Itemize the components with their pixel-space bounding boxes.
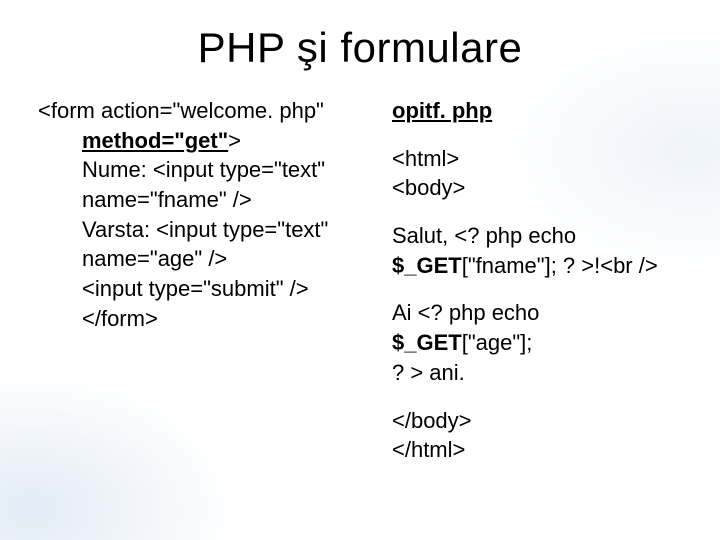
output-filename: opitf. php [392, 98, 492, 123]
form-line-5: Varsta: <input type="text" [38, 215, 368, 245]
age-line-1-tail: ["age"]; [462, 330, 533, 355]
form-line-1: <form action="welcome. php" [38, 96, 368, 126]
age-block: Ai <? php echo $_GET["age"]; ? > ani. [392, 298, 682, 387]
page-title: PHP şi formulare [38, 24, 682, 72]
form-line-7: <input type="submit" /> [38, 274, 368, 304]
right-heading-wrap: opitf. php [392, 96, 682, 126]
body-open: <body> [392, 173, 682, 203]
greeting-block: Salut, <? php echo $_GET["fname"]; ? >!<… [392, 221, 682, 280]
form-line-6: name="age" /> [38, 244, 368, 274]
method-get-emphasis: method="get" [82, 128, 228, 153]
two-column-layout: <form action="welcome. php" method="get"… [38, 96, 682, 483]
age-line-2: ? > ani. [392, 358, 682, 388]
get-age-var: $_GET [392, 330, 462, 355]
form-line-4: name="fname" /> [38, 185, 368, 215]
body-close: </body> [392, 406, 682, 436]
greeting-line-1: Salut, <? php echo [392, 221, 682, 251]
greeting-line-2: $_GET["fname"]; ? >!<br /> [392, 251, 682, 281]
form-line-2: method="get"> [38, 126, 368, 156]
left-column-code: <form action="welcome. php" method="get"… [38, 96, 368, 483]
html-close: </html> [392, 435, 682, 465]
form-line-8: </form> [38, 304, 368, 334]
get-fname-var: $_GET [392, 253, 462, 278]
html-close-block: </body> </html> [392, 406, 682, 465]
form-line-3: Nume: <input type="text" [38, 155, 368, 185]
greeting-line-2-tail: ["fname"]; ? >!<br /> [462, 253, 658, 278]
form-line-2-tail: > [228, 128, 241, 153]
age-line-1: Ai <? php echo $_GET["age"]; [392, 298, 682, 357]
html-open: <html> [392, 144, 682, 174]
slide: PHP şi formulare <form action="welcome. … [0, 0, 720, 540]
right-column-code: opitf. php <html> <body> Salut, <? php e… [392, 96, 682, 483]
html-open-block: <html> <body> [392, 144, 682, 203]
age-line-1-lead: Ai <? php echo [392, 300, 539, 325]
